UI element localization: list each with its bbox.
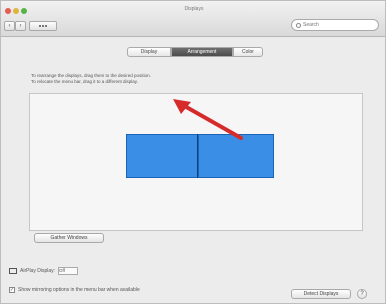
search-input[interactable] bbox=[303, 22, 373, 28]
tab-display[interactable]: Display bbox=[127, 47, 171, 57]
tab-arrangement[interactable]: Arrangement bbox=[171, 47, 233, 57]
search-icon bbox=[296, 22, 301, 28]
mirroring-option-row: ✓ Show mirroring options in the menu bar… bbox=[9, 287, 140, 293]
tab-bar: Display Arrangement Color bbox=[127, 47, 263, 57]
mirroring-checkbox[interactable]: ✓ bbox=[9, 287, 15, 293]
airplay-label: AirPlay Display: bbox=[20, 268, 56, 274]
grid-icon bbox=[39, 25, 41, 27]
display-2[interactable] bbox=[198, 134, 274, 178]
arrow-shaft bbox=[179, 102, 243, 140]
help-button[interactable]: ? bbox=[357, 289, 367, 299]
search-field[interactable] bbox=[291, 19, 379, 31]
gather-windows-button[interactable]: Gather Windows bbox=[34, 233, 104, 243]
mirroring-label: Show mirroring options in the menu bar w… bbox=[18, 287, 140, 293]
red-arrow-annotation bbox=[173, 99, 243, 140]
titlebar: ‹ › Displays bbox=[1, 1, 385, 37]
display-1[interactable] bbox=[126, 134, 198, 178]
displays-window: ‹ › Displays Display Arrangement Color T… bbox=[0, 0, 386, 304]
window-title: Displays bbox=[184, 6, 204, 12]
airplay-icon bbox=[9, 268, 17, 274]
back-button[interactable]: ‹ bbox=[4, 21, 15, 31]
airplay-select[interactable]: Off bbox=[58, 267, 79, 275]
chevron-right-icon: › bbox=[19, 23, 22, 29]
zoom-window-button[interactable] bbox=[21, 8, 27, 14]
airplay-row: AirPlay Display: Off bbox=[9, 267, 79, 275]
forward-button[interactable]: › bbox=[15, 21, 26, 31]
show-all-button[interactable] bbox=[29, 21, 57, 31]
close-window-button[interactable] bbox=[5, 8, 11, 14]
minimize-window-button[interactable] bbox=[13, 8, 19, 14]
chevron-left-icon: ‹ bbox=[8, 23, 11, 29]
tab-color[interactable]: Color bbox=[233, 47, 263, 57]
arrangement-instructions: To rearrange the displays, drag them to … bbox=[31, 73, 261, 85]
detect-displays-button[interactable]: Detect Displays bbox=[291, 289, 351, 299]
instruction-line-2: To relocate the menu bar, drag it to a d… bbox=[31, 79, 138, 84]
